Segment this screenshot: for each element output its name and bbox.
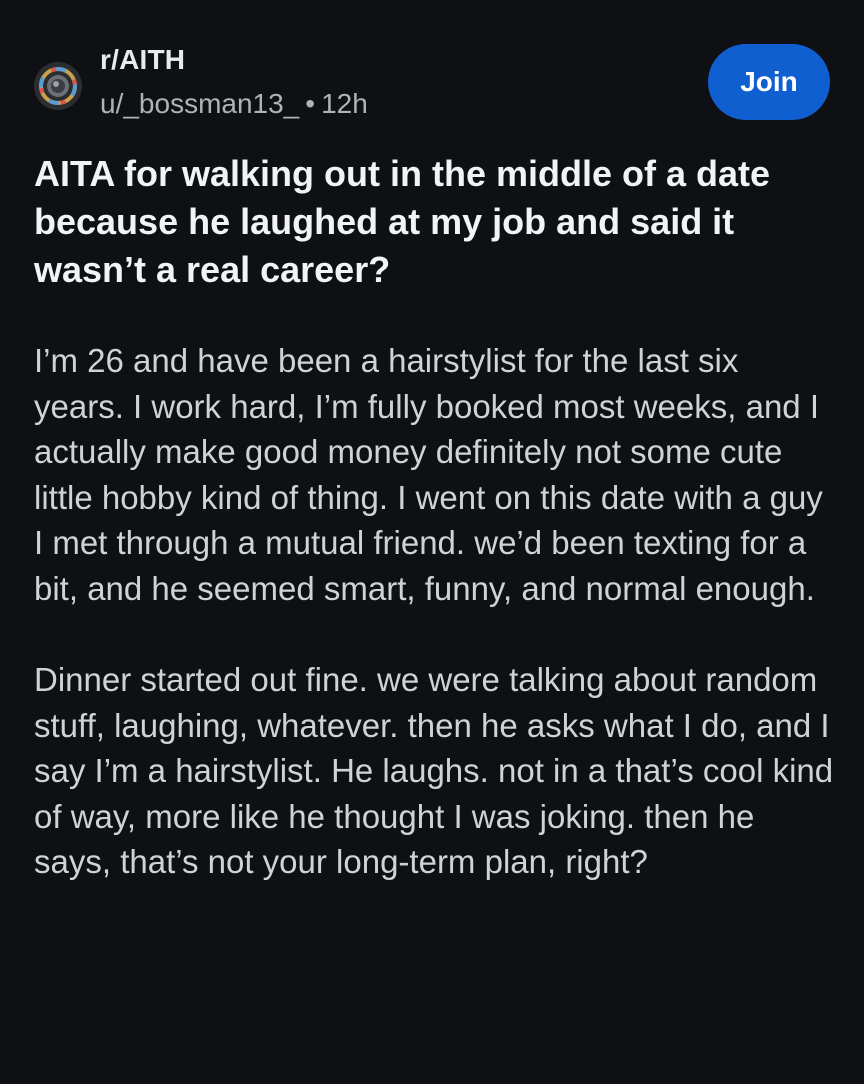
byline-separator: •	[305, 88, 316, 119]
join-button[interactable]: Join	[708, 44, 830, 120]
subreddit-name[interactable]: r/AITH	[100, 42, 368, 78]
post-title[interactable]: AITA for walking out in the middle of a …	[34, 150, 824, 294]
post-time: 12h	[321, 88, 368, 119]
post-paragraph: I’m 26 and have been a hairstylist for t…	[34, 342, 823, 607]
post-paragraph: Dinner started out fine. we were talking…	[34, 661, 834, 880]
post-byline: u/_bossman13_ • 12h	[100, 86, 368, 122]
post-header: r/AITH u/_bossman13_ • 12h Join	[34, 42, 834, 126]
post-meta: r/AITH u/_bossman13_ • 12h	[100, 42, 368, 122]
author-name[interactable]: u/_bossman13_	[100, 88, 299, 119]
post-body: I’m 26 and have been a hairstylist for t…	[34, 338, 834, 885]
subreddit-avatar-icon[interactable]	[34, 62, 82, 110]
